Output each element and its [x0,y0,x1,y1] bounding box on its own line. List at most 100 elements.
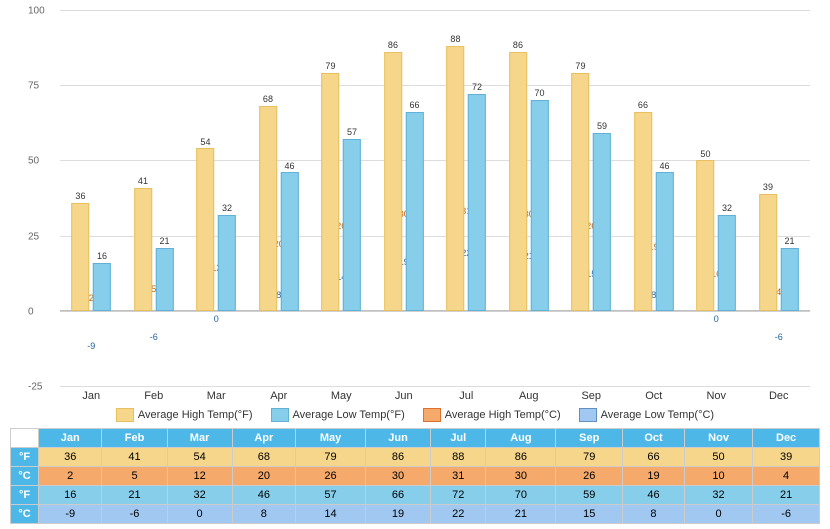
table-cell: 19 [366,505,431,524]
table-row: °C-9-608141922211580-6 [11,505,820,524]
table-cell: 30 [366,467,431,486]
table-col-header: Apr [232,429,295,448]
x-month-label: Oct [623,390,686,402]
bar-label-high: 88 [446,34,464,44]
table-cell: 79 [296,448,366,467]
legend-label: Average Low Temp(°F) [293,409,405,421]
table-cell: 54 [167,448,232,467]
month-group: 50 32 [685,10,748,386]
table-cell: 12 [167,467,232,486]
table-col-header: Mar [167,429,232,448]
bar-high [759,194,777,311]
x-month-label: Dec [748,390,811,402]
bar-label-high: 36 [71,191,89,201]
x-month-label: Aug [498,390,561,402]
table-cell: 46 [232,486,295,505]
bar-label-low: 16 [93,251,111,261]
table-cell: 32 [167,486,232,505]
table-col-header: Jan [39,429,102,448]
bar-high [571,73,589,311]
table-cell: 39 [753,448,820,467]
bar-low [343,139,361,310]
table-cell: 21 [753,486,820,505]
table-cell: 59 [556,486,623,505]
x-month-label: May [310,390,373,402]
table-cell: 10 [684,467,752,486]
table-cell: 20 [232,467,295,486]
table-col-header: Dec [753,429,820,448]
table-cell: 26 [296,467,366,486]
x-month-label: Jun [373,390,436,402]
table-row: °F162132465766727059463221 [11,486,820,505]
bar-label-low: 70 [531,88,549,98]
legend-label: Average High Temp(°F) [138,409,253,421]
table-col-header: Jun [366,429,431,448]
x-month-label: Jul [435,390,498,402]
table-row-unit: °F [11,486,39,505]
legend-label: Average Low Temp(°C) [601,409,714,421]
y-axis-label [10,10,30,402]
chart-inner: 1007550250-25251220263031302619104-9-608… [30,10,820,402]
table-cell: 19 [623,467,685,486]
table-cell: 14 [296,505,366,524]
table-cell: 79 [556,448,623,467]
legend-item: Average High Temp(°C) [423,408,561,422]
table-col-header: Nov [684,429,752,448]
bar-label-low: 21 [156,236,174,246]
bar-low [156,248,174,311]
table-cell: 31 [431,467,486,486]
bar-label-low: 57 [343,127,361,137]
table-cell: 21 [486,505,556,524]
table-cell: 26 [556,467,623,486]
legend-color-box [423,408,441,422]
table-cell: 46 [623,486,685,505]
legend-color-box [579,408,597,422]
bar-label-low: 32 [218,203,236,213]
legend-item: Average High Temp(°F) [116,408,253,422]
table-col-header: Sep [556,429,623,448]
bar-label-high: 41 [134,176,152,186]
table-row-unit: °C [11,505,39,524]
table-cell: 21 [102,486,167,505]
bar-high [384,52,402,311]
month-group: 6646 [623,10,686,386]
month-group: 8666 [373,10,436,386]
month-group: 54 32 [185,10,248,386]
main-container: 1007550250-25251220263031302619104-9-608… [0,0,830,529]
bar-low [656,172,674,310]
bar-label-high: 86 [384,40,402,50]
bar-low [281,172,299,310]
bar-high [509,52,527,311]
month-group: 3921 [748,10,811,386]
bar-label-high: 54 [196,137,214,147]
bar-label-high: 79 [571,61,589,71]
x-month-label: Sep [560,390,623,402]
plot-area: 1007550250-25251220263031302619104-9-608… [60,10,810,386]
grid-line: -25 [60,386,810,387]
legend: Average High Temp(°F) Average Low Temp(°F… [10,408,820,422]
bar-low [593,133,611,310]
table-cell: -6 [753,505,820,524]
legend-item: Average Low Temp(°F) [271,408,405,422]
month-group: 36 16 [60,10,123,386]
bar-label-high: 50 [696,149,714,159]
bar-label-low: 32 [718,203,736,213]
month-group: 8872 [435,10,498,386]
bar-label-high: 39 [759,182,777,192]
table-col-header: Aug [486,429,556,448]
bar-label-low: 46 [281,161,299,171]
table-cell: 57 [296,486,366,505]
table-cell: 8 [623,505,685,524]
chart-area: 1007550250-25251220263031302619104-9-608… [10,10,820,402]
x-month-label: Nov [685,390,748,402]
table-cell: 22 [431,505,486,524]
table-cell: 68 [232,448,295,467]
bar-label-high: 86 [509,40,527,50]
month-group: 79 59 [560,10,623,386]
table-cell: 32 [684,486,752,505]
x-month-label: Jan [60,390,123,402]
bar-high [196,148,214,310]
bar-label-low: 59 [593,121,611,131]
table-cell: 36 [39,448,102,467]
table-col-header: May [296,429,366,448]
